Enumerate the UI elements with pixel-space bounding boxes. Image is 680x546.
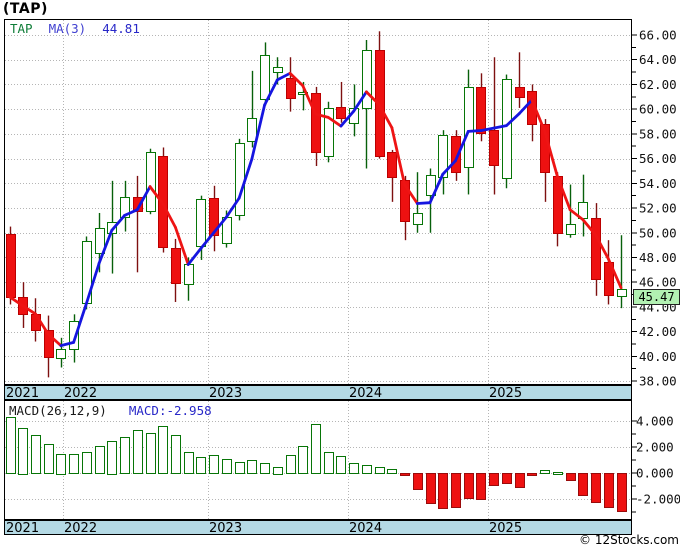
- ma-value: 44.81: [102, 21, 140, 36]
- svg-text:46.00: 46.00: [639, 275, 677, 290]
- price-legend: TAP MA(3) 44.81: [10, 21, 140, 36]
- macd-value-label: MACD:-2.958: [128, 403, 212, 418]
- macd-legend: MACD(26,12,9) MACD:-2.958: [9, 403, 212, 418]
- svg-text:38.00: 38.00: [639, 374, 677, 389]
- svg-text:58.00: 58.00: [639, 126, 677, 141]
- svg-text:2024: 2024: [349, 521, 382, 536]
- svg-text:56.00: 56.00: [639, 151, 677, 166]
- svg-text:52.00: 52.00: [639, 201, 677, 216]
- svg-text:2023: 2023: [209, 521, 242, 536]
- svg-text:66.00: 66.00: [639, 28, 677, 43]
- svg-text:2024: 2024: [349, 386, 382, 401]
- svg-text:2022: 2022: [64, 521, 97, 536]
- macd-params-label: MACD(26,12,9): [9, 403, 107, 418]
- svg-text:50.00: 50.00: [639, 225, 677, 240]
- stock-chart-window: (TAP) 2021 2022 2023 2024 2025 2021 2022 2023 20…: [0, 0, 680, 546]
- svg-text:2021: 2021: [6, 521, 39, 536]
- svg-text:-2.000: -2.000: [636, 492, 680, 507]
- svg-text:2025: 2025: [489, 521, 522, 536]
- svg-text:2021: 2021: [6, 386, 39, 401]
- svg-text:62.00: 62.00: [639, 77, 677, 92]
- candlestick-macd-chart: 2021 2022 2023 2024 2025 2021 2022 2023 2024 2025…: [4, 19, 680, 536]
- svg-text:42.00: 42.00: [639, 324, 677, 339]
- svg-text:2025: 2025: [489, 386, 522, 401]
- watermark-label: © 12Stocks.com: [579, 533, 679, 546]
- svg-text:2.000: 2.000: [636, 440, 674, 455]
- svg-text:40.00: 40.00: [639, 349, 677, 364]
- svg-text:48.00: 48.00: [639, 250, 677, 265]
- svg-text:4.000: 4.000: [636, 414, 674, 429]
- svg-text:60.00: 60.00: [639, 102, 677, 117]
- svg-text:2023: 2023: [209, 386, 242, 401]
- last-price-label: 45.47: [633, 289, 680, 305]
- svg-text:54.00: 54.00: [639, 176, 677, 191]
- svg-text:64.00: 64.00: [639, 52, 677, 67]
- ma-label: MA(3): [48, 21, 87, 36]
- svg-text:0.000: 0.000: [636, 466, 674, 481]
- symbol-label: TAP: [10, 21, 33, 36]
- svg-text:2022: 2022: [64, 386, 97, 401]
